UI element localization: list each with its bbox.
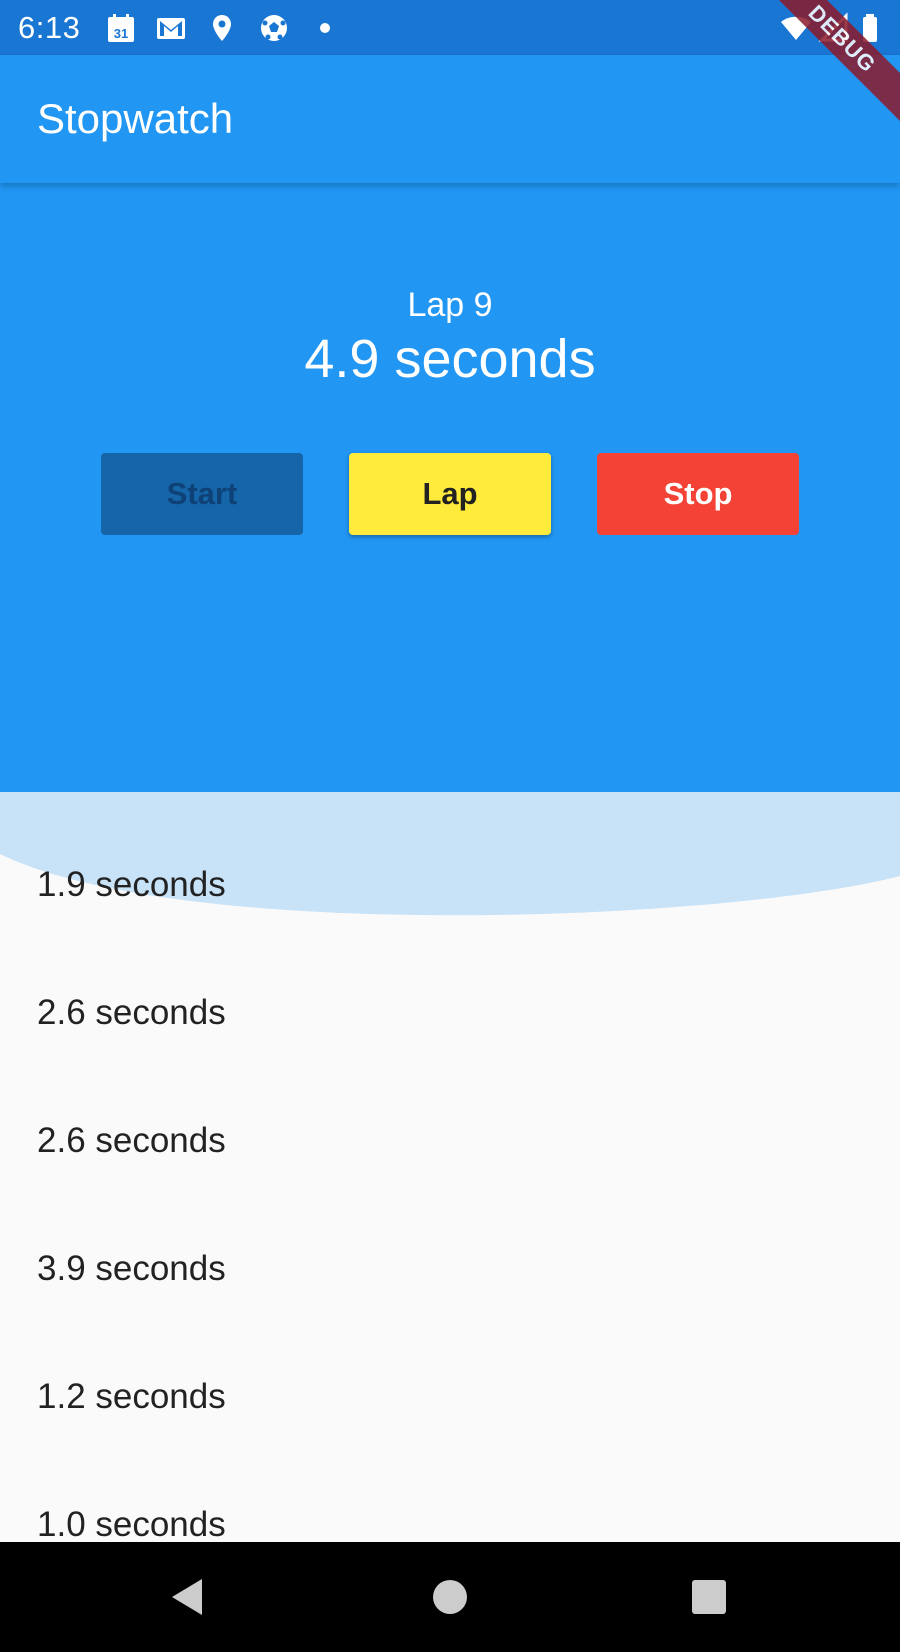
- lap-button[interactable]: Lap: [349, 453, 551, 535]
- gmail-icon: [155, 12, 187, 44]
- timer-panel: Lap 9 4.9 seconds Start Lap Stop: [0, 183, 900, 792]
- current-lap-label: Lap 9: [407, 286, 493, 324]
- current-lap-time: 4.9 seconds: [304, 329, 596, 389]
- app-title: Stopwatch: [37, 95, 234, 142]
- status-bar: 6:13 31: [0, 0, 900, 55]
- calendar-day: 31: [114, 26, 128, 41]
- list-item[interactable]: 1.9 seconds: [37, 855, 226, 915]
- soccer-ball-icon: [258, 12, 290, 44]
- location-icon: [206, 12, 238, 44]
- start-button[interactable]: Start: [101, 453, 303, 535]
- navigation-bar: [0, 1542, 900, 1652]
- list-item[interactable]: 2.6 seconds: [37, 1111, 226, 1171]
- back-icon[interactable]: [163, 1572, 213, 1622]
- app-bar: Stopwatch: [0, 55, 900, 183]
- stop-button[interactable]: Stop: [597, 453, 799, 535]
- home-icon[interactable]: [425, 1572, 475, 1622]
- dot-icon: [309, 12, 341, 44]
- recents-icon[interactable]: [684, 1572, 734, 1622]
- calendar-icon: 31: [105, 12, 137, 44]
- list-item[interactable]: 3.9 seconds: [37, 1239, 226, 1299]
- list-item[interactable]: 1.2 seconds: [37, 1367, 226, 1427]
- status-time: 6:13: [18, 10, 81, 45]
- list-item[interactable]: 1.0 seconds: [37, 1495, 226, 1542]
- lap-list[interactable]: 1.9 seconds 2.6 seconds 2.6 seconds 3.9 …: [0, 792, 900, 1542]
- list-item[interactable]: 2.6 seconds: [37, 983, 226, 1043]
